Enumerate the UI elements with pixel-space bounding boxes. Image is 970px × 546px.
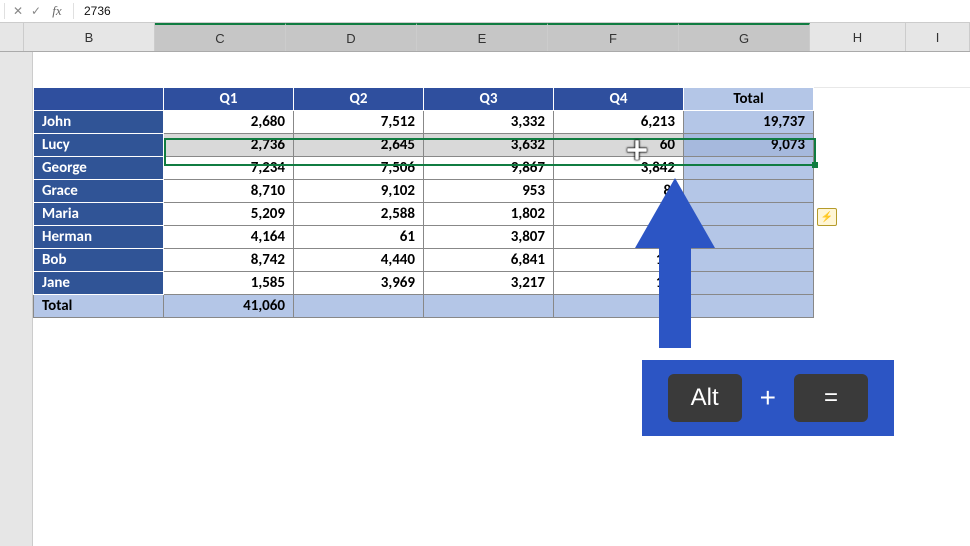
cell[interactable]: 60 [554, 134, 684, 157]
confirm-formula-button[interactable]: ✓ [27, 4, 45, 18]
cell[interactable]: 7,506 [294, 157, 424, 180]
cell-total[interactable] [684, 226, 814, 249]
cell-col-total[interactable]: 41,060 [164, 295, 294, 318]
row-name[interactable]: Grace [34, 180, 164, 203]
cell-total[interactable] [684, 203, 814, 226]
cell[interactable]: 2,645 [294, 134, 424, 157]
formula-input[interactable]: 2736 [78, 4, 111, 18]
cell[interactable]: 8,742 [164, 249, 294, 272]
cell[interactable]: 1,5 [554, 272, 684, 295]
cell[interactable]: 3,807 [424, 226, 554, 249]
cell[interactable]: 2,680 [164, 111, 294, 134]
cell[interactable]: 3,842 [554, 157, 684, 180]
cell[interactable]: 9,102 [294, 180, 424, 203]
header-row: Q1 Q2 Q3 Q4 Total [34, 88, 814, 111]
col-header-f[interactable]: F [548, 23, 679, 51]
row-name[interactable]: John [34, 111, 164, 134]
key-equals: = [794, 374, 868, 422]
cell[interactable]: 2,736 [164, 134, 294, 157]
col-header-g[interactable]: G [679, 23, 810, 51]
cell-total[interactable] [684, 272, 814, 295]
col-header-i[interactable]: I [906, 23, 970, 51]
cell[interactable]: 6,213 [554, 111, 684, 134]
col-header-b[interactable]: B [24, 23, 155, 51]
header-q1[interactable]: Q1 [164, 88, 294, 111]
cancel-formula-button[interactable]: ✕ [9, 4, 27, 18]
plus-icon: + [760, 382, 776, 414]
cell[interactable]: 953 [424, 180, 554, 203]
row-name[interactable]: Lucy [34, 134, 164, 157]
table-row: Jane 1,585 3,969 3,217 1,5 [34, 272, 814, 295]
table-row: John 2,680 7,512 3,332 6,213 19,737 [34, 111, 814, 134]
header-q2[interactable]: Q2 [294, 88, 424, 111]
row-name[interactable]: Maria [34, 203, 164, 226]
formula-bar: ✕ ✓ fx 2736 [0, 0, 970, 23]
cell[interactable]: 61 [294, 226, 424, 249]
cell[interactable]: 2,8 [554, 226, 684, 249]
cell[interactable]: 1,1 [554, 249, 684, 272]
table-row: Herman 4,164 61 3,807 2,8 [34, 226, 814, 249]
row-headers[interactable] [0, 52, 33, 546]
cell-col-total[interactable] [684, 295, 814, 318]
row-name[interactable]: Jane [34, 272, 164, 295]
cell-col-total[interactable] [294, 295, 424, 318]
header-q3[interactable]: Q3 [424, 88, 554, 111]
cell-total[interactable] [684, 249, 814, 272]
col-header-e[interactable]: E [417, 23, 548, 51]
row-name[interactable]: Bob [34, 249, 164, 272]
fx-button[interactable]: fx [45, 3, 69, 19]
total-row: Total 41,060 [34, 295, 814, 318]
cell[interactable]: 8, [554, 180, 684, 203]
row-name[interactable]: Herman [34, 226, 164, 249]
header-corner[interactable] [34, 88, 164, 111]
cell[interactable]: 8,710 [164, 180, 294, 203]
cell[interactable]: 1,585 [164, 272, 294, 295]
spreadsheet-app: ✕ ✓ fx 2736 B C D E F G H I Q1 Q2 [0, 0, 970, 546]
header-q4[interactable]: Q4 [554, 88, 684, 111]
cell-total[interactable] [684, 180, 814, 203]
column-headers: B C D E F G H I [0, 23, 970, 52]
table-row: Bob 8,742 4,440 6,841 1,1 [34, 249, 814, 272]
cell[interactable]: 3,217 [424, 272, 554, 295]
header-total[interactable]: Total [684, 88, 814, 111]
divider [73, 3, 74, 19]
col-header-d[interactable]: D [286, 23, 417, 51]
table-row: Maria 5,209 2,588 1,802 6,9 [34, 203, 814, 226]
cell[interactable]: 3,332 [424, 111, 554, 134]
cell[interactable]: 9,867 [424, 157, 554, 180]
data-table[interactable]: Q1 Q2 Q3 Q4 Total John 2,680 7,512 3,332… [33, 87, 814, 318]
cells-area[interactable]: Q1 Q2 Q3 Q4 Total John 2,680 7,512 3,332… [33, 52, 970, 546]
cell[interactable]: 5,209 [164, 203, 294, 226]
cell[interactable]: 7,512 [294, 111, 424, 134]
cell-col-total[interactable] [424, 295, 554, 318]
cell-total[interactable]: 9,073 [684, 134, 814, 157]
cell[interactable]: 6,9 [554, 203, 684, 226]
select-all-corner[interactable] [0, 23, 24, 51]
row-name[interactable]: George [34, 157, 164, 180]
table-row: Lucy 2,736 2,645 3,632 60 9,073 [34, 134, 814, 157]
divider [4, 3, 5, 19]
cell[interactable]: 4,164 [164, 226, 294, 249]
cell-col-total[interactable] [554, 295, 684, 318]
cell[interactable]: 3,632 [424, 134, 554, 157]
cell[interactable]: 4,440 [294, 249, 424, 272]
col-header-c[interactable]: C [155, 23, 286, 51]
cell[interactable]: 6,841 [424, 249, 554, 272]
cell[interactable]: 1,802 [424, 203, 554, 226]
keyboard-hint: Alt + = [642, 360, 894, 436]
table-row: Grace 8,710 9,102 953 8, [34, 180, 814, 203]
col-header-h[interactable]: H [810, 23, 906, 51]
table-row: George 7,234 7,506 9,867 3,842 [34, 157, 814, 180]
cell[interactable]: 7,234 [164, 157, 294, 180]
cell-total[interactable] [684, 157, 814, 180]
row-total-label[interactable]: Total [34, 295, 164, 318]
cell[interactable]: 3,969 [294, 272, 424, 295]
grid-area: Q1 Q2 Q3 Q4 Total John 2,680 7,512 3,332… [0, 52, 970, 546]
cell[interactable]: 2,588 [294, 203, 424, 226]
cell-total[interactable]: 19,737 [684, 111, 814, 134]
quick-analysis-icon[interactable] [817, 208, 837, 226]
key-alt: Alt [668, 374, 742, 422]
